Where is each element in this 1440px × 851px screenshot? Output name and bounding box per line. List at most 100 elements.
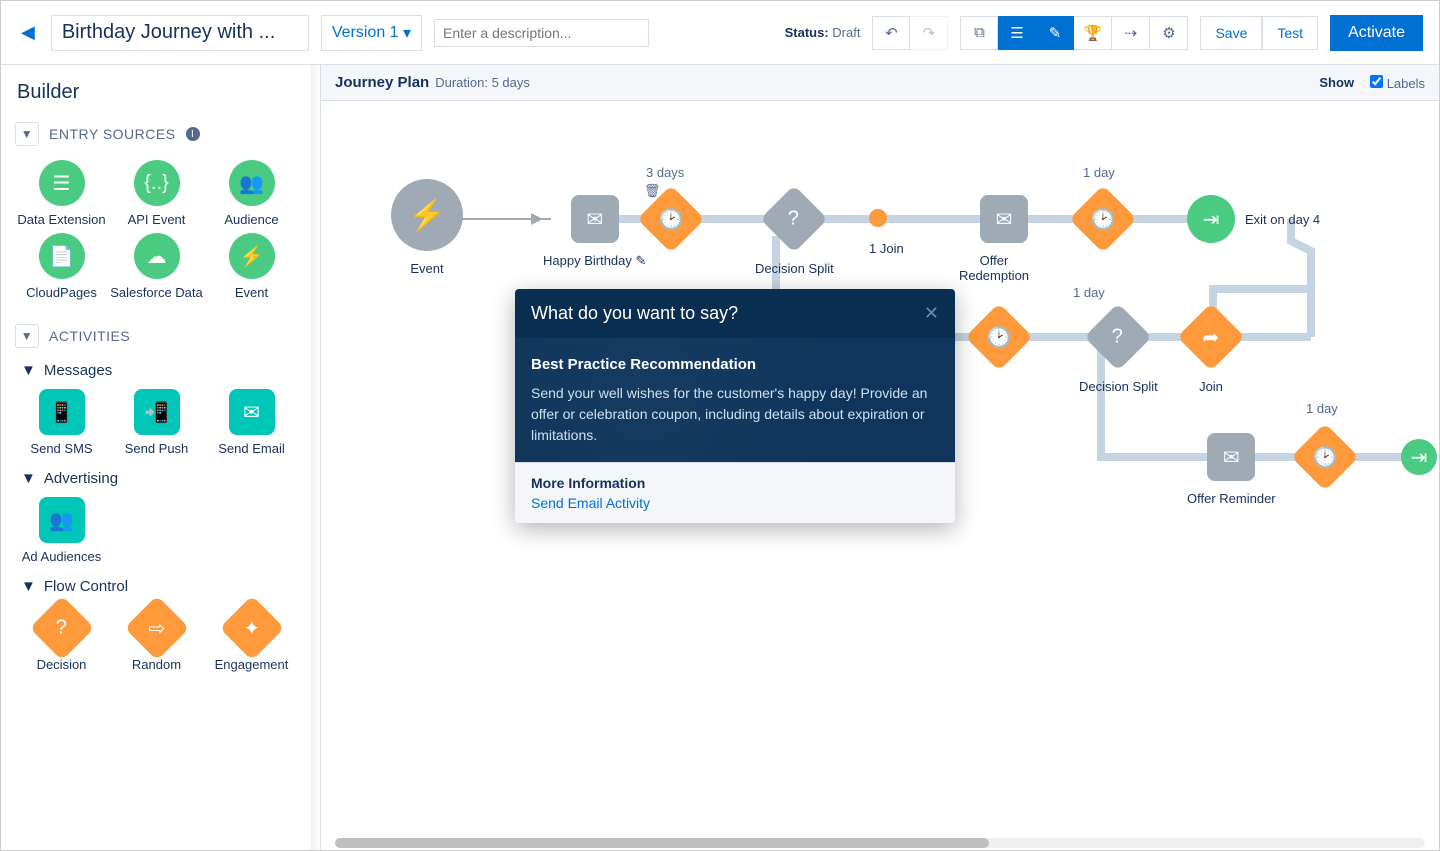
node-exit[interactable]: ⇥ Exit on day 4 bbox=[1187, 195, 1320, 243]
edit-mode-button[interactable]: ✎ bbox=[1036, 16, 1074, 50]
flow-grid: ?Decision ⇨Random ✦Engagement bbox=[11, 605, 310, 672]
journey-title-input[interactable] bbox=[51, 15, 309, 51]
node-join-2[interactable]: ➦ Join bbox=[1187, 313, 1235, 394]
messages-header[interactable]: ▼Messages bbox=[11, 362, 310, 379]
join-dot-icon bbox=[869, 209, 887, 227]
canvas-title: Journey Plan bbox=[335, 74, 429, 91]
palette-send-sms[interactable]: 📱Send SMS bbox=[15, 389, 108, 456]
close-icon[interactable]: ✕ bbox=[924, 303, 939, 324]
redo-button[interactable]: ↷ bbox=[910, 16, 948, 50]
push-icon: 📲 bbox=[134, 389, 180, 435]
palette-engagement[interactable]: ✦Engagement bbox=[205, 605, 298, 672]
history-group: ↶ ↷ bbox=[872, 16, 948, 50]
popover-header: What do you want to say? ✕ bbox=[515, 289, 955, 338]
clock-icon: 🕑 bbox=[1069, 185, 1137, 253]
palette-api-event[interactable]: {..}API Event bbox=[110, 160, 203, 227]
mail-icon: ✉ bbox=[1207, 433, 1255, 481]
canvas-area: ◀ Journey Plan Duration: 5 days Show Lab… bbox=[321, 65, 1439, 850]
page-icon: 📄 bbox=[39, 233, 85, 279]
version-dropdown[interactable]: Version 1 ▾ bbox=[321, 15, 422, 51]
pencil-icon[interactable]: ✎ bbox=[636, 253, 647, 268]
popover-body: Best Practice Recommendation Send your w… bbox=[515, 338, 955, 462]
node-wait-2[interactable]: 🕑 bbox=[1079, 195, 1127, 243]
node-exit-2[interactable]: ⇥ bbox=[1401, 439, 1437, 475]
question-icon: ? bbox=[1084, 303, 1152, 371]
goals-button[interactable]: 🏆 bbox=[1074, 16, 1112, 50]
people-icon: 👥 bbox=[229, 160, 275, 206]
messages-grid: 📱Send SMS 📲Send Push ✉Send Email bbox=[11, 389, 310, 456]
node-decision-split-2[interactable]: ? Decision Split bbox=[1079, 313, 1158, 394]
node-join-1[interactable]: 1 Join bbox=[869, 209, 904, 256]
plan-view-button[interactable]: ☰ bbox=[998, 16, 1036, 50]
share-button[interactable]: ⇢ bbox=[1112, 16, 1150, 50]
labels-toggle[interactable]: Labels bbox=[1370, 75, 1425, 91]
settings-button[interactable]: ⚙ bbox=[1150, 16, 1188, 50]
mail-icon: ✉ bbox=[229, 389, 275, 435]
node-email-offer-redemption[interactable]: ✉ Offer Redemption bbox=[969, 195, 1039, 283]
copy-button[interactable]: ⧉ bbox=[960, 16, 998, 50]
sms-icon: 📱 bbox=[39, 389, 85, 435]
node-email-happy-birthday[interactable]: 🗑 ✉ Happy Birthday ✎ bbox=[543, 195, 646, 269]
entry-sources-header[interactable]: ▼ ENTRY SOURCES i bbox=[11, 122, 310, 146]
mail-icon: ✉ bbox=[980, 195, 1028, 243]
palette-ad-audiences[interactable]: 👥Ad Audiences bbox=[15, 497, 108, 564]
toolbar: ◀ Version 1 ▾ Status: Draft ↶ ↷ ⧉ ☰ ✎ 🏆 … bbox=[1, 1, 1439, 65]
palette-random[interactable]: ⇨Random bbox=[110, 605, 203, 672]
canvas-duration: Duration: 5 days bbox=[435, 75, 530, 90]
join-icon: ➦ bbox=[1177, 303, 1245, 371]
recommendation-text: Send your well wishes for the customer's… bbox=[531, 385, 927, 443]
palette-decision[interactable]: ?Decision bbox=[15, 605, 108, 672]
question-icon: ? bbox=[760, 185, 828, 253]
horizontal-scrollbar[interactable] bbox=[335, 838, 1425, 848]
back-button[interactable]: ◀ bbox=[17, 18, 39, 47]
view-group: ⧉ ☰ ✎ 🏆 ⇢ ⚙ bbox=[960, 16, 1188, 50]
description-input[interactable] bbox=[434, 19, 649, 47]
more-info-label: More Information bbox=[531, 475, 939, 491]
advertising-header[interactable]: ▼Advertising bbox=[11, 470, 310, 487]
spark-icon: ✦ bbox=[219, 595, 284, 660]
palette-send-push[interactable]: 📲Send Push bbox=[110, 389, 203, 456]
node-event[interactable]: ⚡ Event bbox=[391, 179, 463, 276]
recommendation-title: Best Practice Recommendation bbox=[531, 354, 939, 377]
popover-footer: More Information Send Email Activity bbox=[515, 462, 955, 523]
palette-audience[interactable]: 👥Audience bbox=[205, 160, 298, 227]
info-icon[interactable]: i bbox=[186, 127, 200, 141]
send-email-activity-link[interactable]: Send Email Activity bbox=[531, 495, 650, 511]
split-icon: ⇨ bbox=[124, 595, 189, 660]
palette-data-extension[interactable]: ☰Data Extension bbox=[15, 160, 108, 227]
journey-canvas[interactable]: 3 days 1 day 1 day 1 day ⚡ Event 🗑 ✉ Hap… bbox=[321, 101, 1439, 850]
show-label: Show bbox=[1319, 75, 1354, 90]
node-wait-3[interactable]: 🕑 bbox=[975, 313, 1023, 361]
popover-title: What do you want to say? bbox=[531, 303, 738, 324]
chevron-down-icon: ▼ bbox=[21, 470, 36, 487]
undo-button[interactable]: ↶ bbox=[872, 16, 910, 50]
node-email-offer-reminder[interactable]: ✉ Offer Reminder bbox=[1187, 433, 1276, 506]
action-group: Save Test bbox=[1200, 16, 1318, 50]
save-button[interactable]: Save bbox=[1200, 16, 1262, 50]
wait-label: 1 day bbox=[1083, 165, 1115, 180]
activities-header[interactable]: ▼ ACTIVITIES bbox=[11, 324, 310, 348]
advertising-grid: 👥Ad Audiences bbox=[11, 497, 310, 564]
status-label: Status: Draft bbox=[785, 25, 861, 40]
palette-salesforce-data[interactable]: ☁Salesforce Data bbox=[110, 233, 203, 300]
chevron-down-icon: ▼ bbox=[15, 122, 39, 146]
palette-send-email[interactable]: ✉Send Email bbox=[205, 389, 298, 456]
node-decision-split-1[interactable]: ? Decision Split bbox=[755, 195, 834, 276]
exit-icon: ⇥ bbox=[1401, 439, 1437, 475]
canvas-header: Journey Plan Duration: 5 days Show Label… bbox=[321, 65, 1439, 101]
activate-button[interactable]: Activate bbox=[1330, 15, 1423, 51]
list-icon: ☰ bbox=[39, 160, 85, 206]
exit-icon: ⇥ bbox=[1187, 195, 1235, 243]
node-wait-1[interactable]: 🕑 bbox=[647, 195, 695, 243]
wait-label: 1 day bbox=[1073, 285, 1105, 300]
braces-icon: {..} bbox=[134, 160, 180, 206]
clock-icon: 🕑 bbox=[1291, 423, 1359, 491]
chevron-down-icon: ▼ bbox=[21, 578, 36, 595]
mail-icon: ✉ bbox=[571, 195, 619, 243]
test-button[interactable]: Test bbox=[1262, 16, 1318, 50]
builder-sidebar: Builder ▼ ENTRY SOURCES i ☰Data Extensio… bbox=[1, 65, 321, 850]
palette-event[interactable]: ⚡Event bbox=[205, 233, 298, 300]
palette-cloudpages[interactable]: 📄CloudPages bbox=[15, 233, 108, 300]
node-wait-4[interactable]: 🕑 bbox=[1301, 433, 1349, 481]
flow-control-header[interactable]: ▼Flow Control bbox=[11, 578, 310, 595]
